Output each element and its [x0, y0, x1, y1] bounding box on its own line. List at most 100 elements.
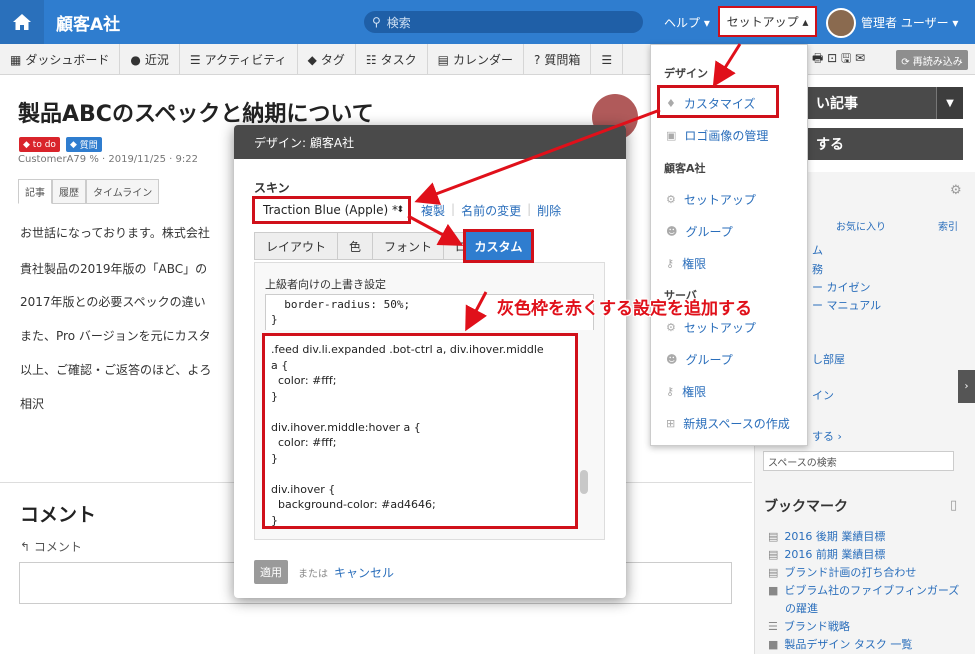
- bookmark-icon[interactable]: ▯: [950, 498, 957, 513]
- bookmark-item[interactable]: ■ ビブラム社のファイブフィンガーズ: [768, 582, 959, 598]
- dropdown-new-space[interactable]: ⊞ 新規スペースの作成: [666, 415, 790, 432]
- dialog-title: デザイン: 顧客A社: [234, 125, 626, 159]
- user-menu[interactable]: 管理者 ユーザー ▾: [861, 14, 958, 31]
- search-icon: ⚲: [372, 15, 381, 29]
- app-title[interactable]: 顧客A社: [56, 10, 120, 35]
- chevron-down-icon[interactable]: ▼: [936, 87, 963, 119]
- skin-select[interactable]: Traction Blue (Apple) * ⬍: [252, 196, 411, 224]
- dropdown-design-heading: デザイン: [664, 67, 708, 80]
- body-line: お世話になっております。株式会社: [20, 226, 210, 240]
- bookmark-heading: ブックマーク: [764, 499, 848, 515]
- bookmark-item[interactable]: ☰ ブランド戦略: [768, 618, 850, 634]
- tag-icon: ◆: [307, 52, 317, 67]
- group-icon: ☻: [666, 225, 678, 238]
- tab-color[interactable]: 色: [337, 232, 374, 260]
- dropdown-server-setup[interactable]: ⚙ セットアップ: [666, 319, 756, 336]
- body-line: 相沢: [20, 397, 45, 411]
- dropdown-permission[interactable]: ⚷ 権限: [666, 255, 706, 272]
- nav-more[interactable]: ☰: [591, 44, 624, 75]
- tab-timeline[interactable]: タイムライン: [86, 179, 160, 204]
- dropdown-server-permission[interactable]: ⚷ 権限: [666, 383, 706, 400]
- calendar-icon: ▤: [768, 566, 779, 579]
- nav-recent[interactable]: ● 近況: [120, 44, 180, 75]
- nav-questions[interactable]: ? 質問箱: [524, 44, 592, 75]
- setup-menu-button[interactable]: セットアップ ▴: [718, 6, 817, 37]
- tab-article[interactable]: 記事: [18, 179, 52, 204]
- doc-tabs: 記事 履歴 タイムライン: [18, 179, 160, 204]
- more-link[interactable]: する ›: [812, 428, 842, 444]
- dropdown-server-group[interactable]: ☻ グループ: [666, 351, 733, 368]
- nav-dashboard[interactable]: ▦ ダッシュボード: [0, 44, 121, 75]
- bookmark-item-cont[interactable]: の躍進: [785, 600, 818, 616]
- tab-index[interactable]: 索引: [938, 218, 958, 233]
- dropdown-setup[interactable]: ⚙ セットアップ: [666, 191, 756, 208]
- question-badge[interactable]: ◆ 質問: [66, 137, 102, 152]
- dashboard-icon: ▦: [10, 52, 22, 67]
- help-menu[interactable]: ヘルプ ▾: [664, 14, 710, 31]
- space-link[interactable]: ム: [812, 242, 823, 258]
- gear-icon[interactable]: ⚙: [950, 183, 962, 198]
- bookmark-item[interactable]: ■ 製品デザイン タスク 一覧: [768, 636, 912, 652]
- reload-button[interactable]: ⟳ 再読み込み: [896, 50, 968, 70]
- delete-link[interactable]: 削除: [537, 202, 561, 219]
- tab-font[interactable]: フォント: [372, 232, 445, 260]
- skin-label: スキン: [254, 181, 290, 195]
- image-icon: ▣: [666, 129, 677, 142]
- nav-tags[interactable]: ◆ タグ: [298, 44, 356, 75]
- home-icon: [13, 14, 31, 30]
- space-link[interactable]: 務: [812, 261, 823, 277]
- cancel-link[interactable]: キャンセル: [334, 564, 394, 581]
- nav-tool-icons[interactable]: 🖶 ⊡ 🖫 ✉: [812, 44, 865, 75]
- key-icon: ⚷: [666, 257, 675, 270]
- tab-favorites[interactable]: お気に入り: [836, 218, 886, 233]
- css-textarea-highlight[interactable]: .feed div.li.expanded .bot-ctrl a, div.i…: [262, 333, 578, 529]
- chevron-right-icon[interactable]: ›: [958, 370, 975, 403]
- space-link[interactable]: し部屋: [812, 351, 845, 367]
- menu-icon: ☰: [601, 52, 613, 67]
- body-line: 以上、ご確認・ご返答のほど、よろ: [20, 363, 212, 377]
- tab-layout[interactable]: レイアウト: [254, 232, 339, 260]
- home-button[interactable]: [0, 0, 44, 44]
- list-icon: ☰: [768, 620, 778, 633]
- list-icon: ☰: [189, 52, 201, 67]
- tab-custom[interactable]: カスタム: [463, 229, 534, 263]
- space-search-input[interactable]: スペースの検索: [763, 451, 954, 471]
- post-meta: CustomerA79 % · 2019/11/25 · 9:22: [18, 154, 198, 165]
- bookmark-item[interactable]: ▤ ブランド計画の打ち合わせ: [768, 564, 916, 580]
- calendar-icon: ▤: [437, 52, 449, 67]
- dropdown-group[interactable]: ☻ グループ: [666, 223, 733, 240]
- space-link[interactable]: ー カイゼン: [812, 279, 871, 295]
- bookmark-icon: ■: [768, 638, 779, 651]
- dropdown-logo[interactable]: ▣ ロゴ画像の管理: [666, 127, 768, 144]
- chat-icon: ●: [130, 52, 141, 67]
- nav-activity[interactable]: ☰ アクティビティ: [180, 44, 298, 75]
- rename-link[interactable]: 名前の変更: [461, 202, 521, 219]
- search-input[interactable]: ⚲ 検索: [364, 11, 643, 33]
- space-link[interactable]: イン: [812, 387, 834, 403]
- nav-calendar[interactable]: ▤ カレンダー: [428, 44, 524, 75]
- user-avatar[interactable]: [826, 8, 856, 38]
- dropdown-customize[interactable]: ♦ カスタマイズ: [666, 95, 756, 112]
- task-icon: ☷: [365, 52, 377, 67]
- bookmark-item[interactable]: ▤ 2016 前期 業績目標: [768, 546, 885, 562]
- tag-icon: ◆: [23, 139, 33, 150]
- search-placeholder: 検索: [386, 15, 411, 30]
- apply-button[interactable]: 適用: [254, 560, 288, 584]
- todo-badge[interactable]: ◆ to do: [19, 137, 60, 152]
- or-text: または: [298, 569, 328, 580]
- duplicate-link[interactable]: 複製: [421, 202, 445, 219]
- tab-history[interactable]: 履歴: [52, 179, 86, 204]
- comment-reply-link[interactable]: ↰ コメント: [20, 538, 82, 555]
- question-icon: ?: [533, 52, 541, 67]
- bookmark-item[interactable]: ▤ 2016 後期 業績目標: [768, 528, 885, 544]
- key-icon: ⚷: [666, 385, 675, 398]
- dropdown-company-heading: 顧客A社: [664, 162, 706, 175]
- dialog-tabs: レイアウト 色 フォント ロゴ: [254, 232, 492, 260]
- body-line: 2017年版との必要スペックの違い: [20, 295, 206, 309]
- nav-tasks[interactable]: ☷ タスク: [356, 44, 428, 75]
- space-link[interactable]: ー マニュアル: [812, 297, 881, 313]
- calendar-icon: ▤: [768, 548, 779, 561]
- textarea-scrollbar[interactable]: [580, 470, 588, 494]
- group-icon: ☻: [666, 353, 678, 366]
- body-line: 貴社製品の2019年版の「ABC」の: [20, 262, 208, 276]
